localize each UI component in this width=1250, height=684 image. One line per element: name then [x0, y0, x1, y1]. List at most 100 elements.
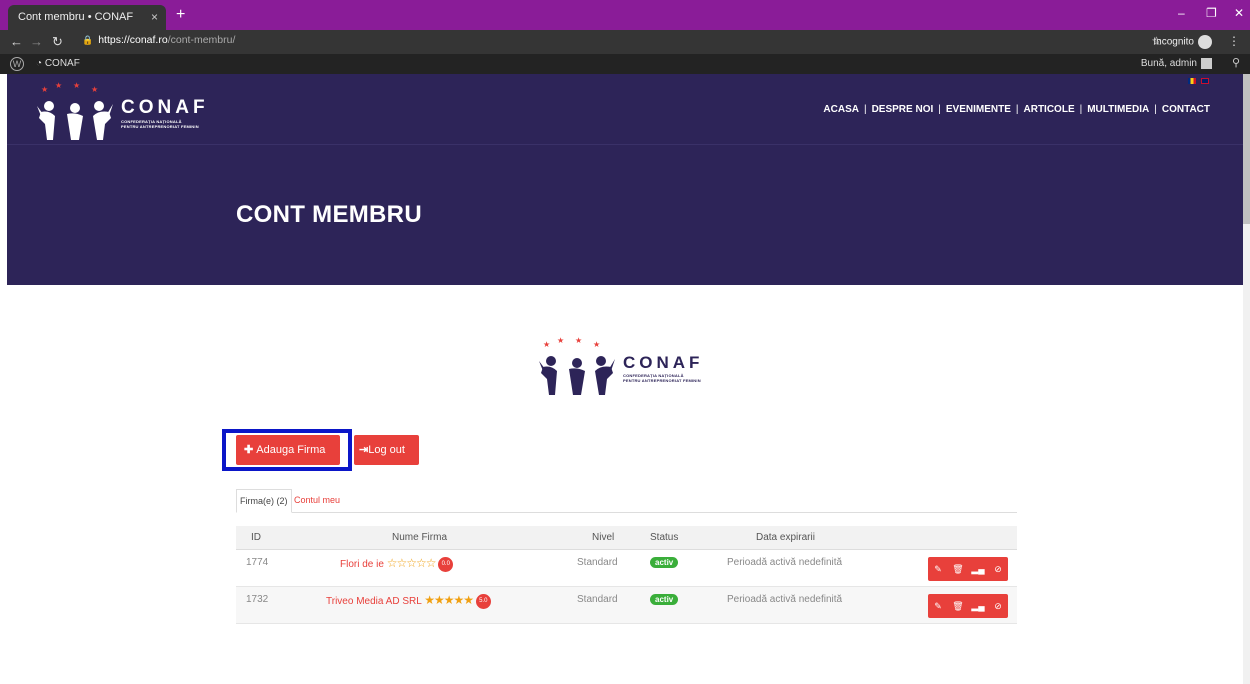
nav-item-contact[interactable]: CONTACT: [1162, 104, 1210, 115]
nav-item-multimedia[interactable]: MULTIMEDIA: [1087, 104, 1149, 115]
restore-icon[interactable]: ❐: [1206, 6, 1217, 20]
logout-label: Log out: [368, 444, 405, 456]
incognito-indicator[interactable]: Incognito: [1153, 35, 1212, 49]
table-row: 1732 Triveo Media AD SRL ★★★★★ 5.0 Stand…: [236, 587, 1017, 624]
site-header: ★ ★ ★ ★ CONAF CONFEDERAȚIA NAȚIONALĂ PEN…: [7, 74, 1243, 144]
companies-table: ID Nume Firma Nivel Status Data expirari…: [236, 526, 1017, 624]
browser-toolbar: ← → ↻ 🔒 https://conaf.ro/cont-membru/ ☆ I…: [0, 30, 1250, 54]
back-arrow-icon[interactable]: ←: [10, 34, 23, 49]
svg-text:★: ★: [557, 337, 564, 345]
plus-icon: ✚: [244, 444, 257, 456]
romanian-flag-icon[interactable]: [1188, 78, 1197, 84]
site-logo[interactable]: ★ ★ ★ ★ CONAF CONFEDERAȚIA NAȚIONALĂ PEN…: [35, 82, 209, 144]
forward-arrow-icon[interactable]: →: [30, 34, 43, 49]
address-bar[interactable]: 🔒 https://conaf.ro/cont-membru/: [82, 34, 235, 46]
browser-tab-title: Cont membru • CONAF: [18, 11, 134, 23]
svg-text:★: ★: [543, 340, 550, 349]
kebab-menu-icon[interactable]: ⋮: [1228, 34, 1240, 48]
search-icon[interactable]: ⚲: [1232, 56, 1240, 69]
edit-icon[interactable]: ✎: [928, 557, 948, 581]
company-link[interactable]: Flori de ie: [340, 559, 384, 570]
wordpress-icon[interactable]: W: [10, 57, 24, 71]
window-close-icon[interactable]: ✕: [1234, 6, 1244, 20]
minimize-icon[interactable]: –: [1178, 6, 1185, 20]
nav-item-articole[interactable]: ARTICOLE: [1024, 104, 1075, 115]
svg-text:★: ★: [91, 85, 98, 94]
row-status-cell: activ: [650, 594, 679, 605]
browser-tab[interactable]: Cont membru • CONAF ×: [8, 5, 166, 30]
row-status-cell: activ: [650, 557, 679, 568]
url-path: /cont-membru/: [167, 34, 236, 46]
rating-stars-icon: ★★★★★: [424, 593, 474, 607]
nav-item-despre-noi[interactable]: DESPRE NOI: [872, 104, 934, 115]
nav-item-acasa[interactable]: ACASA: [823, 104, 859, 115]
nav-separator: |: [1079, 104, 1083, 115]
add-company-label: Adauga Firma: [256, 444, 326, 456]
status-badge: activ: [650, 594, 679, 605]
svg-text:★: ★: [593, 340, 600, 349]
tab-account[interactable]: Contul meu: [294, 489, 340, 511]
row-level: Standard: [577, 594, 618, 605]
svg-text:★: ★: [73, 82, 80, 90]
wp-site-name: CONAF: [44, 58, 80, 69]
wp-admin-bar: W ◔ CONAF Bună, admin ⚲: [0, 54, 1250, 74]
row-level: Standard: [577, 557, 618, 568]
row-expiry: Perioadă activă nedefinită: [727, 594, 843, 605]
uk-flag-icon[interactable]: [1201, 78, 1209, 84]
svg-text:★: ★: [55, 82, 62, 90]
browser-tabstrip: Cont membru • CONAF × + – ❐ ✕: [0, 0, 1250, 30]
svg-text:★: ★: [575, 337, 582, 345]
wp-site-link[interactable]: ◔ CONAF: [36, 58, 80, 69]
logo-subtitle-2: PENTRU ANTREPRENORIAT FEMININ: [623, 378, 701, 383]
avatar: [1201, 58, 1212, 69]
edit-icon[interactable]: ✎: [928, 594, 948, 618]
dashboard-icon: ◔: [36, 58, 45, 69]
content-logo: ★ ★ ★ ★ CONAF CONFEDERAȚIA NAȚIONALĂ PEN…: [537, 337, 703, 399]
nav-separator: |: [1015, 104, 1019, 115]
url-host: https://conaf.ro: [98, 34, 168, 46]
women-figures-logo-icon: ★ ★ ★ ★: [539, 337, 615, 395]
add-company-button[interactable]: ✚ Adauga Firma: [236, 435, 340, 465]
logout-icon: ⇥: [359, 444, 369, 456]
row-actions: ✎ 🗑 ▂▄ ⊘: [928, 557, 1008, 581]
logo-name: CONAF: [121, 97, 209, 118]
row-id: 1774: [246, 557, 269, 568]
table-row: 1774 Flori de ie ☆☆☆☆☆ 0.0 Standard acti…: [236, 550, 1017, 587]
incognito-label: Incognito: [1153, 36, 1194, 48]
rating-score-badge: 5.0: [475, 593, 491, 609]
wp-account-menu[interactable]: Bună, admin: [1141, 58, 1212, 69]
page-hero: CONT MEMBRU: [7, 144, 1243, 285]
link-icon[interactable]: ⊘: [988, 594, 1008, 618]
col-id: ID: [251, 532, 261, 543]
svg-text:★: ★: [41, 85, 48, 94]
logout-button[interactable]: ⇥Log out: [354, 435, 419, 465]
row-actions: ✎ 🗑 ▂▄ ⊘: [928, 594, 1008, 618]
reload-icon[interactable]: ↻: [52, 34, 63, 50]
stats-icon[interactable]: ▂▄: [968, 557, 988, 581]
trash-icon[interactable]: 🗑: [948, 557, 968, 581]
rating-stars-icon: ☆☆☆☆☆: [386, 556, 437, 570]
account-tabs: Firma(e) (2) Contul meu: [236, 489, 1017, 513]
row-id: 1732: [246, 594, 269, 605]
nav-item-evenimente[interactable]: EVENIMENTE: [946, 104, 1011, 115]
col-level: Nivel: [592, 532, 615, 543]
women-figures-logo-icon: ★ ★ ★ ★: [37, 82, 113, 140]
col-name: Nume Firma: [392, 532, 448, 543]
incognito-icon: [1198, 35, 1212, 49]
new-tab-button[interactable]: +: [176, 6, 185, 24]
wp-greeting: Bună, admin: [1140, 58, 1197, 70]
scrollbar-thumb[interactable]: [1243, 74, 1250, 224]
tab-close-icon[interactable]: ×: [151, 5, 158, 30]
status-badge: activ: [650, 557, 679, 568]
col-status: Status: [650, 532, 679, 543]
language-switcher: [1185, 78, 1209, 86]
table-header: ID Nume Firma Nivel Status Data expirari…: [236, 526, 1017, 550]
row-name-cell: Flori de ie ☆☆☆☆☆ 0.0: [340, 556, 454, 572]
trash-icon[interactable]: 🗑: [948, 594, 968, 618]
link-icon[interactable]: ⊘: [988, 557, 1008, 581]
company-link[interactable]: Triveo Media AD SRL: [326, 596, 421, 607]
tab-companies[interactable]: Firma(e) (2): [236, 489, 292, 513]
stats-icon[interactable]: ▂▄: [968, 594, 988, 618]
main-navigation: ACASA | DESPRE NOI | EVENIMENTE | ARTICOLE |…: [823, 104, 1210, 115]
nav-separator: |: [938, 104, 941, 115]
